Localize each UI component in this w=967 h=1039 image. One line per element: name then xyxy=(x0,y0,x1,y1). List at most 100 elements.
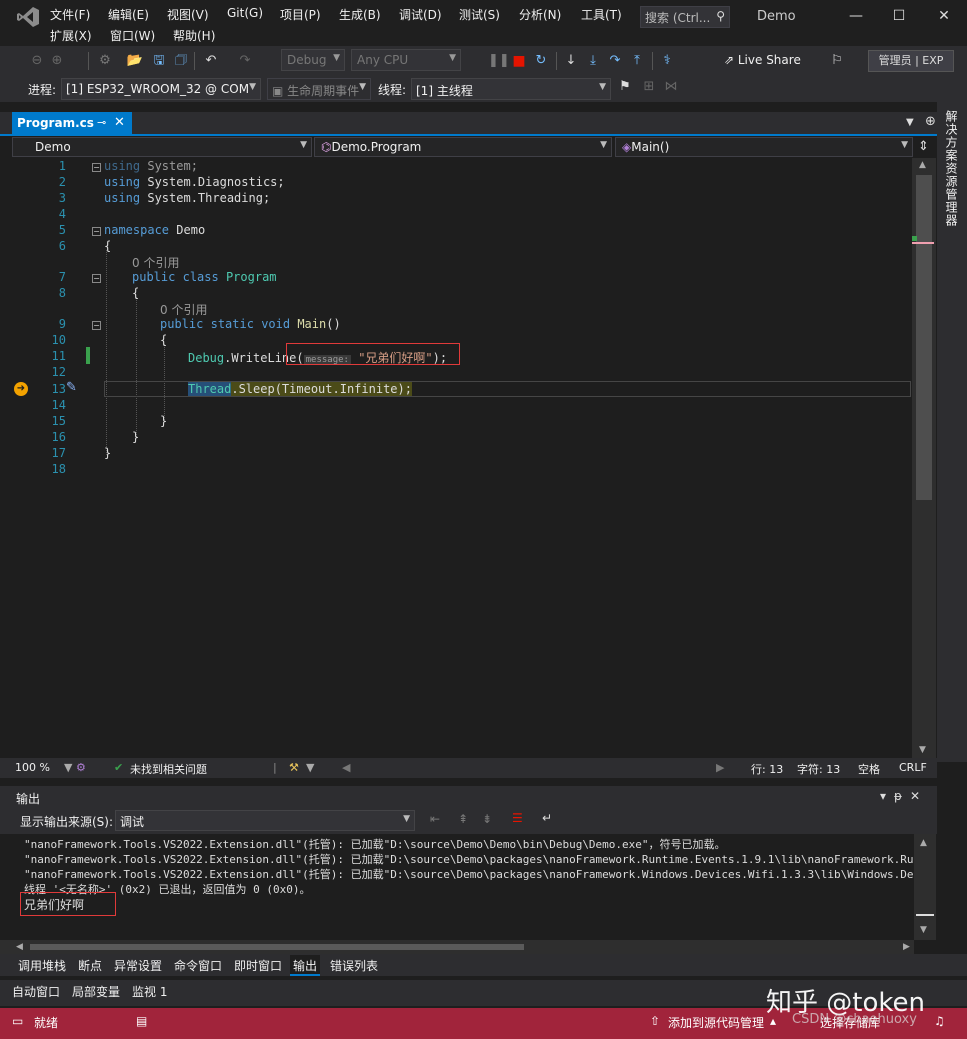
feedback-icon[interactable]: ⚐ xyxy=(828,52,846,70)
cleanup-dropdown-icon[interactable]: ▼ xyxy=(306,761,314,774)
save-all-icon[interactable]: 🗇 xyxy=(172,52,190,70)
scroll-right-icon[interactable]: ▶ xyxy=(903,942,910,952)
menu-edit[interactable]: 编辑(E) xyxy=(108,6,149,23)
menu-tools[interactable]: 工具(T) xyxy=(581,6,622,23)
live-share-button[interactable]: ⇗ Live Share xyxy=(724,53,801,67)
prev-message-icon[interactable]: ⇞ xyxy=(458,812,468,826)
menu-test[interactable]: 测试(S) xyxy=(459,6,500,23)
whitespace-mode[interactable]: 空格 xyxy=(858,761,880,777)
notification-bell-icon[interactable]: ♫ xyxy=(934,1014,945,1028)
tab-command-window[interactable]: 命令窗口 xyxy=(174,957,222,974)
config-select[interactable]: Debug ▼ xyxy=(281,49,345,71)
add-to-source-control[interactable]: 添加到源代码管理 xyxy=(668,1014,764,1031)
panel-controls[interactable]: ▾ᵽ✕ xyxy=(880,789,928,803)
collapse-icon[interactable]: − xyxy=(92,274,101,283)
redo-icon[interactable]: ↷ xyxy=(236,52,254,70)
menu-help[interactable]: 帮助(H) xyxy=(173,27,215,44)
menu-view[interactable]: 视图(V) xyxy=(167,6,209,23)
panel-dropdown-icon[interactable]: ▾ xyxy=(880,789,894,803)
step-over-icon[interactable]: ↷ xyxy=(606,52,624,70)
show-next-statement-icon[interactable]: ↓ xyxy=(562,52,580,70)
platform-select[interactable]: Any CPU ▼ xyxy=(351,49,461,71)
current-statement-arrow-icon[interactable]: ➜ xyxy=(14,382,28,396)
scroll-down-icon[interactable]: ▼ xyxy=(919,745,926,755)
find-message-icon[interactable]: ⇤ xyxy=(430,812,440,826)
tab-immediate-window[interactable]: 即时窗口 xyxy=(234,957,282,974)
tab-locals[interactable]: 局部变量 xyxy=(72,983,120,1000)
output-window-icon[interactable]: ▤ xyxy=(136,1014,147,1028)
codelens-references[interactable]: 0 个引用 xyxy=(160,301,207,318)
tab-autos[interactable]: 自动窗口 xyxy=(12,983,60,1000)
nav-type-select[interactable]: ⌬Demo.Program ▼ xyxy=(314,137,612,157)
menu-project[interactable]: 项目(P) xyxy=(280,6,321,23)
flag-thread-icon[interactable]: ⚑ xyxy=(616,78,634,96)
menu-git[interactable]: Git(G) xyxy=(227,6,263,20)
intellicode-icon[interactable]: ⚙ xyxy=(76,761,86,774)
panel-close-icon[interactable]: ✕ xyxy=(910,789,928,803)
scroll-down-icon[interactable]: ▼ xyxy=(920,925,927,935)
close-window-icon[interactable]: ✕ xyxy=(934,8,954,28)
menu-window[interactable]: 窗口(W) xyxy=(110,27,155,44)
step-into-icon[interactable]: ⤓ xyxy=(584,52,602,70)
hot-reload-icon[interactable]: ⚕ xyxy=(658,52,676,70)
quick-actions-icon[interactable]: ✎ xyxy=(66,380,77,395)
next-message-icon[interactable]: ⇟ xyxy=(482,812,492,826)
search-input[interactable]: 搜索 (Ctrl... ⚲ xyxy=(640,6,730,28)
solution-explorer-tab[interactable]: 解决方案资源管理器 xyxy=(942,110,960,227)
forward-icon[interactable]: ⊕ xyxy=(48,52,66,70)
process-select[interactable]: [1] ESP32_WROOM_32 @ COM ▼ xyxy=(61,78,261,100)
tab-exception-settings[interactable]: 异常设置 xyxy=(114,957,162,974)
stack-frame-icon[interactable]: ⊞ xyxy=(640,78,658,96)
tab-error-list[interactable]: 错误列表 xyxy=(330,957,378,974)
word-wrap-icon[interactable]: ↵ xyxy=(542,811,552,825)
pin-icon[interactable]: ⊸ xyxy=(97,116,106,129)
back-icon[interactable]: ⊖ xyxy=(28,52,46,70)
code-editor[interactable] xyxy=(0,158,912,758)
codelens-references[interactable]: 0 个引用 xyxy=(132,254,179,271)
nav-split-icon[interactable]: ⇕ xyxy=(918,139,929,154)
scrollbar-thumb[interactable] xyxy=(916,175,932,500)
stop-icon[interactable]: ■ xyxy=(510,52,528,70)
scroll-up-icon[interactable]: ▲ xyxy=(919,160,926,170)
collapse-icon[interactable]: − xyxy=(92,321,101,330)
nav-member-select[interactable]: ◈Main() ▼ xyxy=(615,137,913,157)
scroll-up-icon[interactable]: ▲ xyxy=(920,838,927,848)
menu-build[interactable]: 生成(B) xyxy=(339,6,381,23)
split-window-icon[interactable]: ⊕ xyxy=(925,114,936,129)
menu-debug[interactable]: 调试(D) xyxy=(399,6,442,23)
zoom-dropdown-icon[interactable]: ▼ xyxy=(64,761,72,774)
undo-icon[interactable]: ↶ xyxy=(202,52,220,70)
line-ending-mode[interactable]: CRLF xyxy=(899,761,927,774)
tab-dropdown-icon[interactable]: ▼ xyxy=(906,117,914,128)
save-icon[interactable]: 🖫 xyxy=(150,52,168,70)
zoom-level[interactable]: 100 % xyxy=(15,761,50,774)
pause-icon[interactable]: ❚❚ xyxy=(488,52,510,70)
collapse-icon[interactable]: − xyxy=(92,227,101,236)
panel-pin-icon[interactable]: ᵽ xyxy=(894,789,910,803)
tab-breakpoints[interactable]: 断点 xyxy=(78,957,102,974)
cursor-column[interactable]: 字符: 13 xyxy=(797,761,840,777)
output-source-select[interactable]: 调试 ▼ xyxy=(115,810,415,831)
hscroll-left-icon[interactable]: ◀ xyxy=(342,761,350,774)
scroll-left-icon[interactable]: ◀ xyxy=(16,942,23,952)
close-tab-icon[interactable]: ✕ xyxy=(114,115,125,130)
filter-icon[interactable]: ⋈ xyxy=(662,78,680,96)
cursor-line[interactable]: 行: 13 xyxy=(751,761,783,777)
menu-analyze[interactable]: 分析(N) xyxy=(519,6,561,23)
tab-program-cs[interactable]: Program.cs ⊸ ✕ xyxy=(12,112,132,136)
tab-call-stack[interactable]: 调用堆栈 xyxy=(18,957,66,974)
hscroll-right-icon[interactable]: ▶ xyxy=(716,761,724,774)
nav-project-select[interactable]: Demo ▼ xyxy=(12,137,312,157)
collapse-icon[interactable]: − xyxy=(92,163,101,172)
menu-file[interactable]: 文件(F) xyxy=(50,6,90,23)
clear-all-icon[interactable]: ☰ xyxy=(512,811,523,825)
tab-output[interactable]: 输出 xyxy=(290,955,321,976)
menu-extensions[interactable]: 扩展(X) xyxy=(50,27,92,44)
minimize-icon[interactable]: — xyxy=(846,8,866,28)
maximize-icon[interactable]: ☐ xyxy=(889,8,909,28)
cleanup-brush-icon[interactable]: ⚒ xyxy=(289,761,299,774)
scrollbar-thumb[interactable] xyxy=(30,944,524,950)
restart-icon[interactable]: ↻ xyxy=(532,52,550,70)
thread-select[interactable]: [1] 主线程 ▼ xyxy=(411,78,611,100)
step-out-icon[interactable]: ⤒ xyxy=(628,52,646,70)
